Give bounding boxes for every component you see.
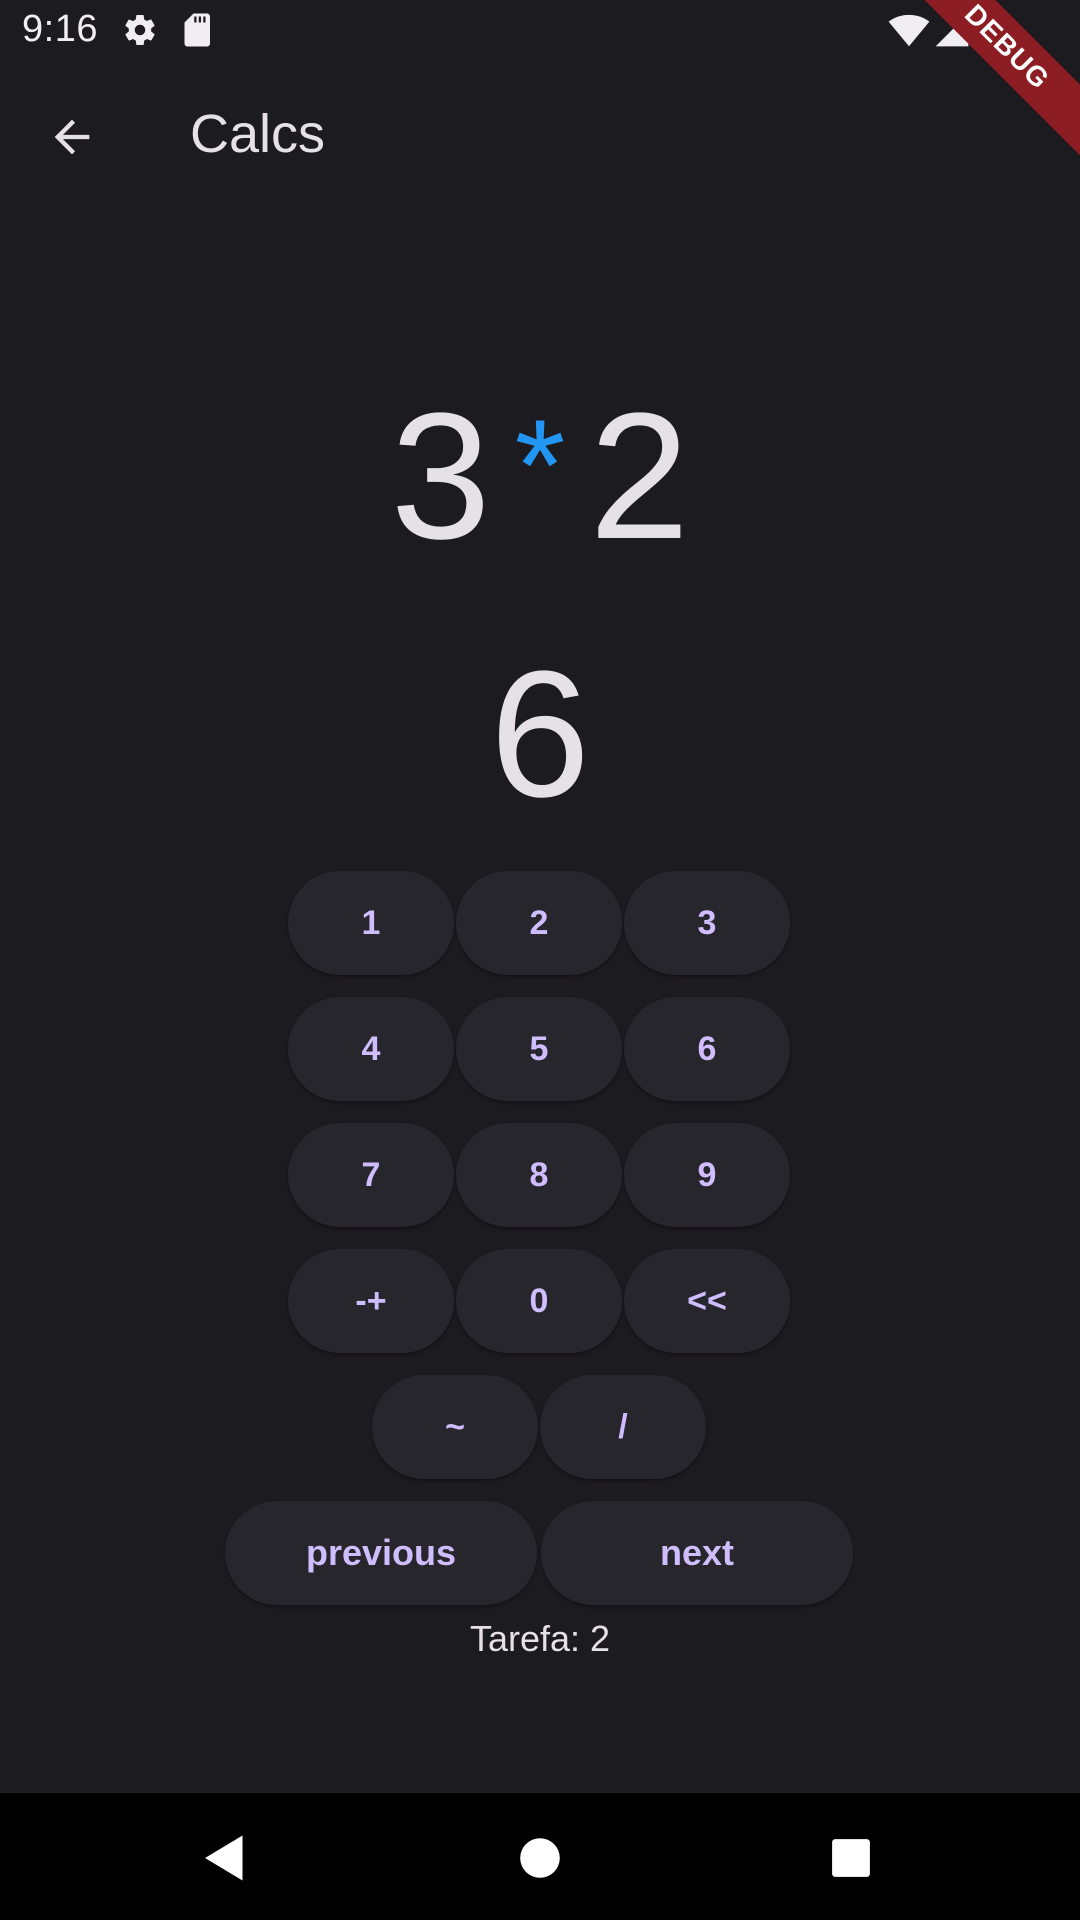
expression-display: 3 * 2 (0, 370, 1080, 572)
recents-square-icon[interactable] (816, 1823, 886, 1893)
key-9[interactable]: 9 (624, 1123, 790, 1227)
status-time: 9:16 (22, 8, 98, 50)
answer-display: 6 (489, 634, 591, 835)
system-nav-bar (0, 1793, 1080, 1920)
key-2[interactable]: 2 (456, 871, 622, 975)
key-5[interactable]: 5 (456, 997, 622, 1101)
gear-icon (122, 12, 158, 53)
previous-button[interactable]: previous (225, 1501, 537, 1605)
operator: * (514, 392, 566, 538)
arrow-back-icon (46, 111, 98, 168)
key-7[interactable]: 7 (288, 1123, 454, 1227)
key-negate[interactable]: -+ (288, 1249, 454, 1353)
key-1[interactable]: 1 (288, 871, 454, 975)
back-triangle-icon[interactable] (190, 1823, 260, 1893)
key-0[interactable]: 0 (456, 1249, 622, 1353)
status-bar: 9:16 (0, 0, 1080, 63)
app-bar: Calcs (0, 63, 1080, 210)
page-title: Calcs (190, 104, 326, 164)
screen: 9:16 DEBUG Calcs 3 * 2 6 1 2 3 4 5 6 7 8… (0, 0, 1080, 1920)
sd-card-icon (182, 12, 214, 53)
key-4[interactable]: 4 (288, 997, 454, 1101)
key-tilde[interactable]: ~ (372, 1375, 538, 1479)
next-button[interactable]: next (541, 1501, 853, 1605)
key-8[interactable]: 8 (456, 1123, 622, 1227)
key-divide[interactable]: / (540, 1375, 706, 1479)
key-6[interactable]: 6 (624, 997, 790, 1101)
key-3[interactable]: 3 (624, 871, 790, 975)
home-circle-icon[interactable] (505, 1823, 575, 1893)
task-label: Tarefa: 2 (469, 1618, 611, 1659)
back-button[interactable] (34, 101, 110, 177)
left-operand: 3 (390, 376, 491, 577)
key-backspace[interactable]: << (624, 1249, 790, 1353)
wifi-icon (888, 14, 930, 53)
right-operand: 2 (589, 376, 690, 577)
